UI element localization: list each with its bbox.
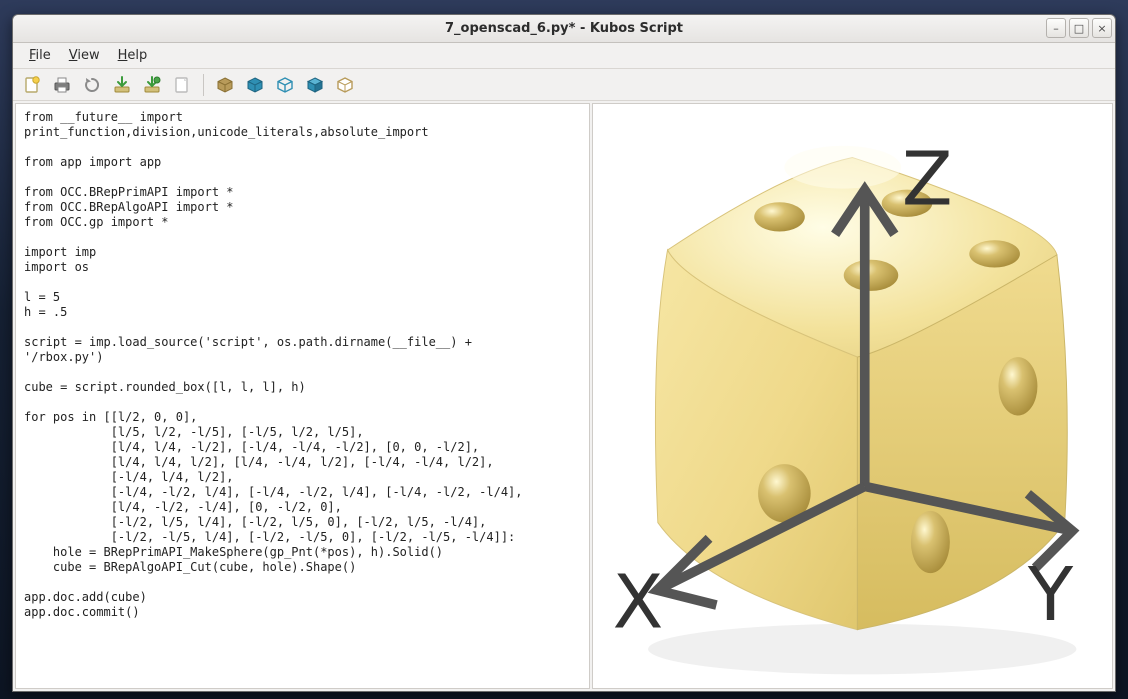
refresh-icon[interactable] xyxy=(79,72,105,98)
cube-shaded-icon[interactable] xyxy=(302,72,328,98)
menu-help[interactable]: Help xyxy=(110,45,156,66)
titlebar[interactable]: 7_openscad_6.py* - Kubos Script – □ × xyxy=(13,15,1115,43)
cube-outline-icon[interactable] xyxy=(332,72,358,98)
cube-all-icon[interactable] xyxy=(212,72,238,98)
download-run-icon[interactable] xyxy=(139,72,165,98)
page-icon[interactable] xyxy=(169,72,195,98)
toolbar xyxy=(13,69,1115,101)
menu-view[interactable]: View xyxy=(61,45,108,66)
window-title: 7_openscad_6.py* - Kubos Script xyxy=(13,21,1115,36)
cube-solid-icon[interactable] xyxy=(242,72,268,98)
download-icon[interactable] xyxy=(109,72,135,98)
toolbar-separator xyxy=(203,74,204,96)
maximize-button[interactable]: □ xyxy=(1069,18,1089,38)
content-area: from __future__ import print_function,di… xyxy=(13,101,1115,691)
window-controls: – □ × xyxy=(1046,18,1112,38)
3d-viewport[interactable]: Z Y X xyxy=(592,103,1113,689)
axis-x-label: X xyxy=(613,559,664,645)
app-window: 7_openscad_6.py* - Kubos Script – □ × Fi… xyxy=(12,14,1116,692)
minimize-button[interactable]: – xyxy=(1046,18,1066,38)
menu-file[interactable]: File xyxy=(21,45,59,66)
axis-z-label: Z xyxy=(902,137,953,223)
axis-y-label: Y xyxy=(1027,552,1074,638)
new-file-icon[interactable] xyxy=(19,72,45,98)
code-text[interactable]: from __future__ import print_function,di… xyxy=(24,110,581,620)
print-icon[interactable] xyxy=(49,72,75,98)
cube-wire-icon[interactable] xyxy=(272,72,298,98)
code-editor[interactable]: from __future__ import print_function,di… xyxy=(15,103,590,689)
axis-gizmo-icon: Z Y X xyxy=(592,103,1102,682)
close-button[interactable]: × xyxy=(1092,18,1112,38)
menubar: File View Help xyxy=(13,43,1115,69)
